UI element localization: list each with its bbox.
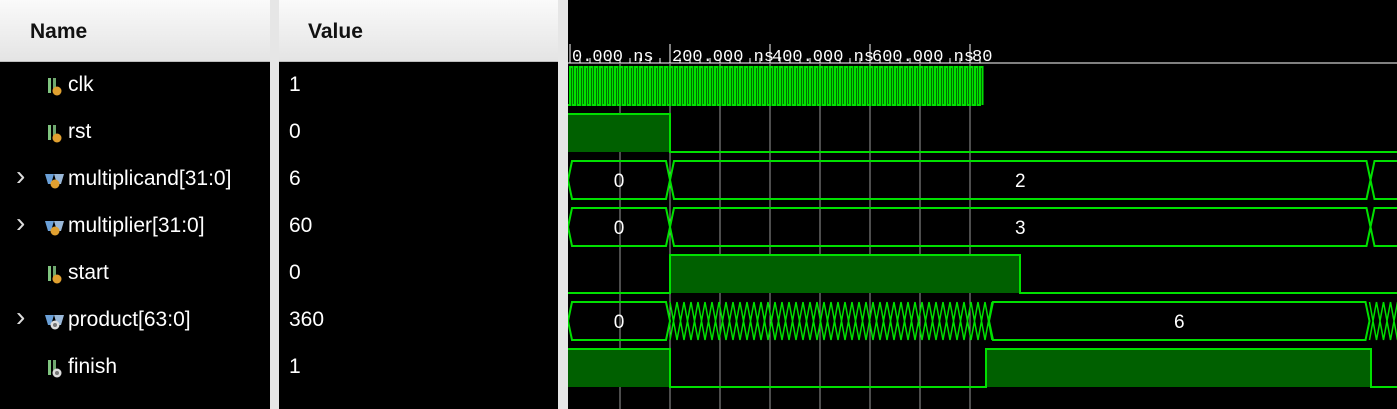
value-row[interactable]: 0	[279, 250, 558, 297]
expand-chevron-icon[interactable]: ›	[16, 160, 25, 192]
signal-value: 0	[289, 120, 301, 143]
signal-row-multiplicand[interactable]: › multiplicand[31:0]	[0, 156, 270, 203]
product-value-label: 6	[1174, 312, 1185, 333]
value-row[interactable]: 1	[279, 344, 558, 391]
start-high-fill	[670, 255, 1020, 293]
name-value-splitter[interactable]	[270, 0, 279, 409]
finish-high-fill	[568, 349, 670, 387]
ruler-tick-label: 80	[972, 48, 992, 67]
signal-name: start	[68, 261, 109, 284]
multiplicand-value-label: 2	[1015, 171, 1026, 192]
signal-name: rst	[68, 120, 92, 143]
signal-name: clk	[68, 73, 94, 96]
expand-chevron-icon[interactable]: ›	[16, 301, 25, 333]
signal-value: 6	[289, 167, 301, 190]
signal-row-product[interactable]: › product[63:0]	[0, 297, 270, 344]
scalar-signal-icon	[44, 264, 64, 284]
value-row[interactable]: 360	[279, 297, 558, 344]
name-column-label: Name	[30, 20, 88, 43]
multiplier-value-label: 0	[614, 218, 625, 239]
value-row[interactable]: 6	[279, 156, 558, 203]
name-pane: Name clk rst › multiplicand[31:0] › multiplie…	[0, 0, 270, 409]
value-row[interactable]: 60	[279, 203, 558, 250]
expand-chevron-icon[interactable]: ›	[16, 207, 25, 239]
signal-value: 60	[289, 214, 313, 237]
signal-value: 1	[289, 73, 301, 96]
signal-name: multiplicand[31:0]	[68, 167, 232, 190]
value-row[interactable]: 0	[279, 109, 558, 156]
scalar-signal-icon	[44, 123, 64, 143]
scalar-output-icon	[44, 358, 64, 378]
value-wave-splitter[interactable]	[558, 0, 568, 409]
bus-signal-icon	[44, 217, 64, 237]
ruler-tick-label: 600.000 ns	[872, 48, 974, 67]
ruler-tick-label: 0.000 ns	[572, 48, 654, 67]
waveform-view[interactable]: 0.000 ns 200.000 ns400.000 ns600.000 ns80…	[568, 0, 1397, 409]
scalar-signal-icon	[44, 76, 64, 96]
value-column-header[interactable]: Value	[279, 0, 558, 62]
signal-row-finish[interactable]: finish	[0, 344, 270, 391]
multiplicand-value-label: 0	[614, 171, 625, 192]
rst-high-fill	[568, 114, 670, 152]
signal-row-clk[interactable]: clk	[0, 62, 270, 109]
signal-value: 0	[289, 261, 301, 284]
signal-row-rst[interactable]: rst	[0, 109, 270, 156]
ruler-tick-label: 400.000 ns	[772, 48, 874, 67]
clk-wave	[568, 66, 984, 106]
multiplier-value-label: 3	[1015, 218, 1026, 239]
bus-output-icon	[44, 311, 64, 331]
signal-value: 360	[289, 308, 325, 331]
signal-name: multiplier[31:0]	[68, 214, 205, 237]
value-pane: Value 1 0 6 60 0 360 1	[279, 0, 558, 409]
signal-row-start[interactable]: start	[0, 250, 270, 297]
value-column-label: Value	[308, 20, 363, 43]
product-value-label: 0	[614, 312, 625, 333]
bus-signal-icon	[44, 170, 64, 190]
ruler-tick-label: 200.000 ns	[672, 48, 774, 67]
value-row[interactable]: 1	[279, 62, 558, 109]
signal-name: product[63:0]	[68, 308, 191, 331]
signal-value: 1	[289, 355, 301, 378]
name-column-header[interactable]: Name	[0, 0, 270, 62]
signal-name: finish	[68, 355, 118, 378]
signal-row-multiplier[interactable]: › multiplier[31:0]	[0, 203, 270, 250]
finish-high-fill	[986, 349, 1371, 387]
